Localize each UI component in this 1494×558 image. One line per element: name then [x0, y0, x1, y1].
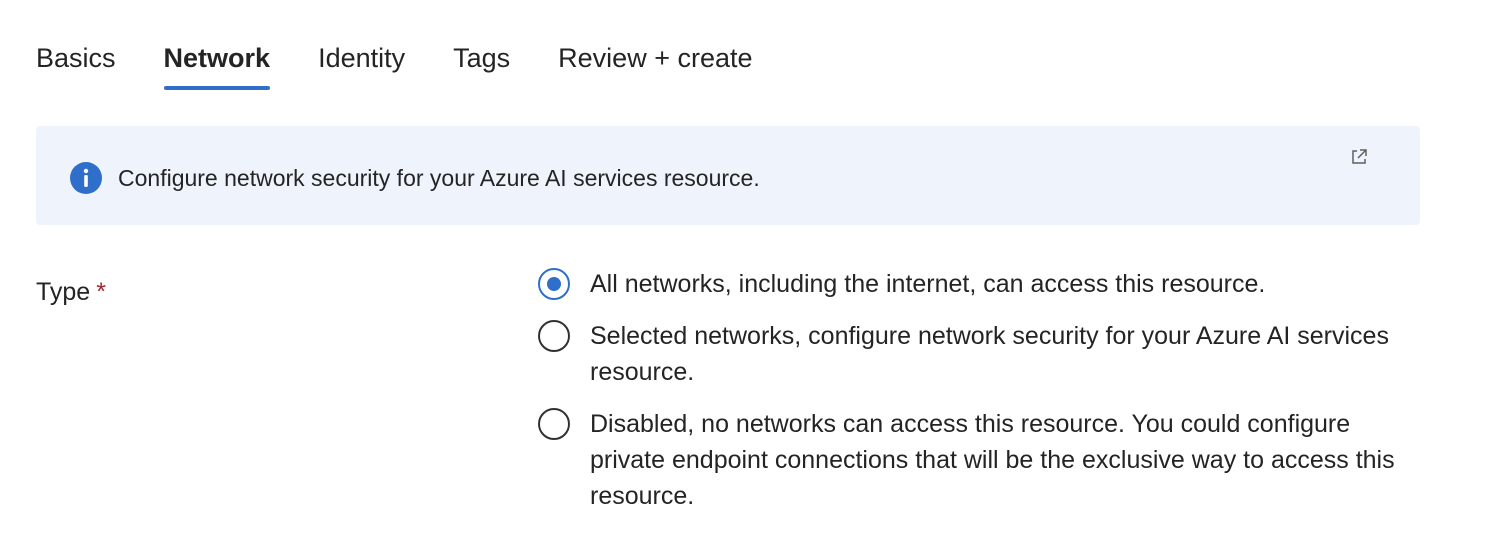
- radio-button-disabled[interactable]: [538, 408, 570, 440]
- radio-button-all-networks[interactable]: [538, 268, 570, 300]
- tab-review-create[interactable]: Review + create: [558, 38, 752, 90]
- wizard-tabs: Basics Network Identity Tags Review + cr…: [36, 38, 801, 94]
- create-resource-page: Basics Network Identity Tags Review + cr…: [0, 0, 1494, 558]
- radio-button-selected-networks[interactable]: [538, 320, 570, 352]
- tab-network[interactable]: Network: [163, 38, 270, 90]
- radio-label-selected-networks: Selected networks, configure network sec…: [590, 322, 1389, 386]
- radio-option-disabled[interactable]: Disabled, no networks can access this re…: [538, 406, 1438, 514]
- type-label-text: Type: [36, 278, 91, 306]
- radio-option-all-networks[interactable]: All networks, including the internet, ca…: [538, 266, 1438, 302]
- tab-basics[interactable]: Basics: [36, 38, 116, 90]
- tab-tags[interactable]: Tags: [453, 38, 510, 90]
- radio-label-all-networks: All networks, including the internet, ca…: [590, 270, 1266, 298]
- radio-label-disabled: Disabled, no networks can access this re…: [590, 410, 1395, 510]
- type-field-label: Type *: [36, 274, 106, 310]
- required-marker: *: [96, 278, 106, 306]
- info-banner-text: Configure network security for your Azur…: [118, 165, 760, 191]
- type-radio-group: All networks, including the internet, ca…: [538, 266, 1438, 530]
- info-banner: Configure network security for your Azur…: [36, 126, 1420, 225]
- radio-option-selected-networks[interactable]: Selected networks, configure network sec…: [538, 318, 1438, 390]
- info-icon: [70, 162, 102, 194]
- tab-identity[interactable]: Identity: [318, 38, 405, 90]
- external-link-icon[interactable]: [1350, 148, 1368, 166]
